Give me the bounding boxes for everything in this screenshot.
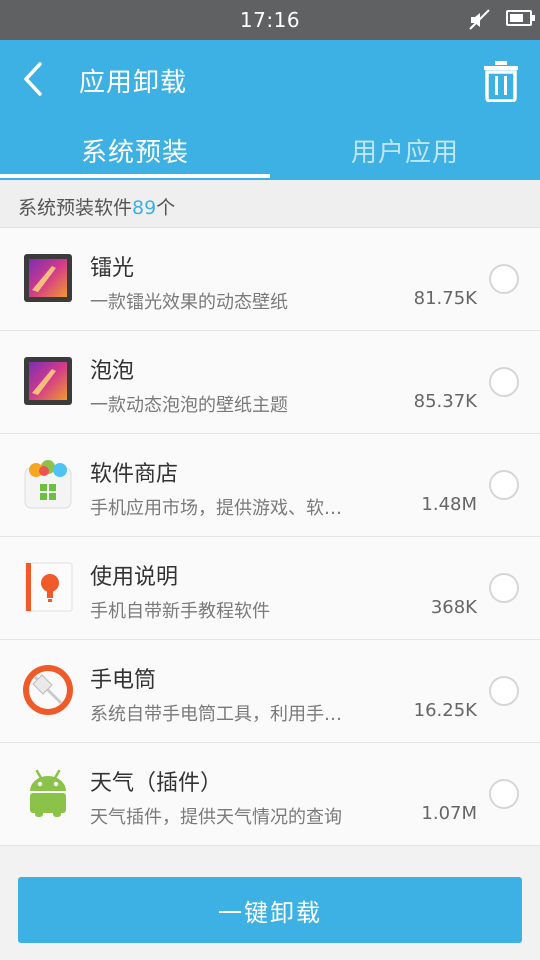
list-item[interactable]: 天气（插件） 天气插件，提供天气情况的查询 1.07M: [0, 743, 540, 846]
status-time: 17:16: [239, 8, 301, 32]
select-radio[interactable]: [489, 264, 519, 294]
footer: 一键卸载: [0, 850, 540, 960]
app-size: 368K: [430, 597, 477, 618]
section-label: 系统预装软件89个: [18, 193, 175, 220]
app-name: 软件商店: [90, 462, 179, 487]
app-name: 镭光: [90, 256, 135, 281]
select-radio[interactable]: [489, 367, 519, 397]
app-name: 泡泡: [90, 359, 135, 384]
app-size: 1.07M: [421, 803, 477, 824]
app-size: 16.25K: [413, 700, 477, 721]
manual-icon: [25, 562, 73, 612]
app-description: 手机应用市场，提供游戏、软…: [90, 498, 342, 519]
one-click-uninstall-button[interactable]: 一键卸载: [18, 877, 522, 943]
app-description: 一款镭光效果的动态壁纸: [90, 292, 288, 313]
section-header: 系统预装软件89个: [0, 180, 540, 228]
select-radio[interactable]: [489, 573, 519, 603]
app-header: 应用卸载 系统预装 用户应用: [0, 40, 540, 180]
list-item[interactable]: 使用说明 手机自带新手教程软件 368K: [0, 537, 540, 640]
app-description: 一款动态泡泡的壁纸主题: [90, 395, 288, 416]
wallpaper-icon: [24, 357, 72, 405]
list-item[interactable]: 软件商店 手机应用市场，提供游戏、软… 1.48M: [0, 434, 540, 537]
app-size: 81.75K: [413, 288, 477, 309]
app-name: 使用说明: [90, 565, 179, 590]
section-unit: 个: [156, 197, 176, 219]
mute-icon: [469, 9, 490, 30]
app-list: 镭光 一款镭光效果的动态壁纸 81.75K 泡泡 一款动态泡泡的壁纸主题 85.…: [0, 228, 540, 846]
app-size: 85.37K: [413, 391, 477, 412]
select-radio[interactable]: [489, 676, 519, 706]
wallpaper-icon: [24, 254, 72, 302]
tab-user-apps[interactable]: 用户应用: [270, 132, 540, 180]
app-description: 手机自带新手教程软件: [90, 601, 270, 622]
battery-icon: [506, 10, 535, 26]
app-size: 1.48M: [421, 494, 477, 515]
select-radio[interactable]: [489, 470, 519, 500]
list-item[interactable]: 泡泡 一款动态泡泡的壁纸主题 85.37K: [0, 331, 540, 434]
app-description: 系统自带手电筒工具，利用手…: [90, 704, 342, 725]
section-count: 89: [132, 197, 157, 219]
select-radio[interactable]: [489, 779, 519, 809]
app-name: 手电筒: [90, 668, 157, 693]
android-icon: [30, 769, 66, 817]
app-description: 天气插件，提供天气情况的查询: [90, 807, 342, 828]
list-item[interactable]: 手电筒 系统自带手电筒工具，利用手… 16.25K: [0, 640, 540, 743]
back-arrow-icon[interactable]: [14, 56, 54, 102]
tab-indicator: [0, 174, 270, 178]
list-item[interactable]: 镭光 一款镭光效果的动态壁纸 81.75K: [0, 228, 540, 331]
trash-icon[interactable]: [482, 58, 520, 102]
section-label-text: 系统预装软件: [18, 197, 133, 219]
app-store-icon: [24, 460, 72, 509]
tab-system-preinstalled[interactable]: 系统预装: [0, 132, 270, 180]
page-title: 应用卸载: [79, 68, 188, 98]
flashlight-icon: [23, 665, 73, 715]
status-bar: 17:16: [0, 0, 540, 40]
app-name: 天气（插件）: [90, 771, 223, 796]
